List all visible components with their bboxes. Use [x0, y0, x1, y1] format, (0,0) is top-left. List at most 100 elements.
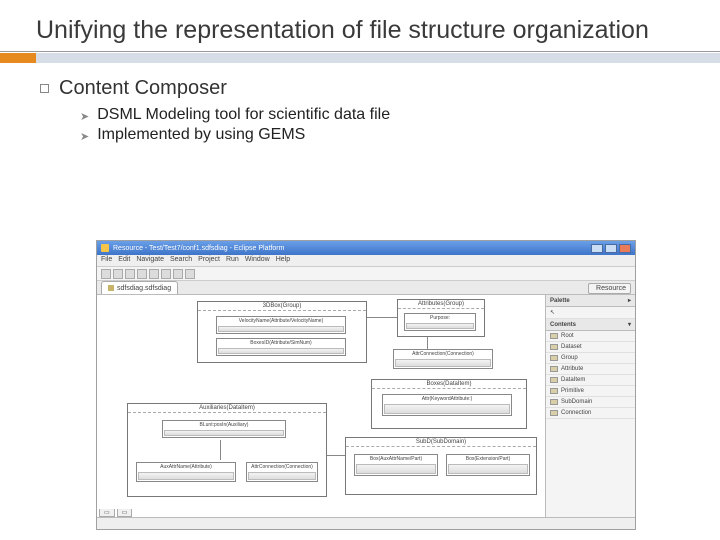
editor-tab[interactable]: sdfsdiag.sdfsdiag: [101, 281, 178, 294]
diagram-group[interactable]: Auxiliaries(DataItem) BLunt:posIn(Auxili…: [127, 403, 327, 497]
palette-item[interactable]: Attribute: [546, 364, 635, 375]
menu-bar: File Edit Navigate Search Project Run Wi…: [97, 255, 635, 267]
perspective-switcher[interactable]: Resource: [588, 283, 631, 294]
menu-item[interactable]: Navigate: [136, 256, 164, 265]
palette-item[interactable]: DataItem: [546, 375, 635, 386]
swatch-icon: [550, 344, 558, 350]
diagram-node[interactable]: Box(AuxAttrName/Part): [354, 454, 438, 476]
node-body: [448, 464, 528, 474]
window-titlebar: Resource - Test/Test7/conf1.sdfsdiag - E…: [97, 241, 635, 255]
menu-item[interactable]: Help: [276, 256, 290, 265]
diagram-group[interactable]: 3DBox(Group) VelocityName(Attribute/Velo…: [197, 301, 367, 363]
node-body: [218, 326, 344, 332]
tool-bar: [97, 267, 635, 281]
node-label: Attr(KeywordAttribute:): [383, 395, 511, 403]
toolbar-button[interactable]: [125, 269, 135, 279]
palette-tool-select[interactable]: ↖: [546, 307, 635, 319]
toolbar-button[interactable]: [149, 269, 159, 279]
node-body: [395, 359, 491, 367]
chevron-down-icon: ▾: [628, 321, 631, 328]
swatch-icon: [550, 355, 558, 361]
diagram-node[interactable]: AttrConnection(Connection): [393, 349, 493, 369]
group-label: SubD(SubDomain): [346, 438, 536, 447]
toolbar-button[interactable]: [101, 269, 111, 279]
diagram-group[interactable]: Boxes(DataItem) Attr(KeywordAttribute:): [371, 379, 527, 429]
diagram-node[interactable]: AttrConnection(Connection): [246, 462, 318, 482]
diagram-canvas[interactable]: 3DBox(Group) VelocityName(Attribute/Velo…: [97, 295, 545, 517]
toolbar-button[interactable]: [185, 269, 195, 279]
palette-item-label: Primitive: [561, 388, 584, 394]
chevron-right-icon: ➤: [80, 130, 89, 143]
palette-item[interactable]: Dataset: [546, 342, 635, 353]
diagram-node[interactable]: Purpose:: [404, 313, 476, 331]
diagram-node[interactable]: VelocityName(Attribute/VelocityName): [216, 316, 346, 334]
tab-label: sdfsdiag.sdfsdiag: [117, 285, 171, 292]
node-body: [138, 472, 234, 480]
palette-header[interactable]: Palette ▸: [546, 295, 635, 307]
diagram-group[interactable]: SubD(SubDomain) Box(AuxAttrName/Part) Bo…: [345, 437, 537, 495]
perspective-label: Resource: [596, 285, 626, 292]
toolbar-button[interactable]: [137, 269, 147, 279]
bottom-tab[interactable]: ▭: [99, 509, 115, 517]
minimize-button[interactable]: [591, 244, 603, 253]
node-label: AttrConnection(Connection): [394, 350, 492, 358]
menu-item[interactable]: Run: [226, 256, 239, 265]
palette-item[interactable]: SubDomain: [546, 397, 635, 408]
node-body: [356, 464, 436, 474]
diagram-group[interactable]: Attributes(Group) Purpose:: [397, 299, 485, 337]
node-label: AuxAttrName(Attribute): [137, 463, 235, 471]
diagram-node[interactable]: Box(Extension/Part): [446, 454, 530, 476]
group-label: Attributes(Group): [398, 300, 484, 309]
bullet-text: DSML Modeling tool for scientific data f…: [97, 106, 390, 124]
palette-title: Palette: [550, 298, 570, 304]
diagram-node[interactable]: AuxAttrName(Attribute): [136, 462, 236, 482]
node-label: Box(Extension/Part): [447, 455, 529, 463]
menu-item[interactable]: Edit: [118, 256, 130, 265]
chevron-right-icon: ➤: [80, 110, 89, 123]
editor-tab-row: sdfsdiag.sdfsdiag Resource: [97, 281, 635, 295]
node-body: [248, 472, 316, 480]
window-title: Resource - Test/Test7/conf1.sdfsdiag - E…: [113, 245, 284, 252]
divider-thin: [0, 51, 720, 52]
palette-item[interactable]: Group: [546, 353, 635, 364]
close-button[interactable]: [619, 244, 631, 253]
palette-item-label: Root: [561, 333, 574, 339]
diagram-node[interactable]: BoxesID(Attribute/SimNum): [216, 338, 346, 356]
palette-item-label: Dataset: [561, 344, 582, 350]
bullet-text: Implemented by using GEMS: [97, 126, 305, 144]
connection-line: [427, 337, 428, 349]
node-body: [218, 348, 344, 354]
connection-line: [367, 317, 397, 318]
toolbar-button[interactable]: [113, 269, 123, 279]
swatch-icon: [550, 333, 558, 339]
node-body: [164, 430, 284, 436]
swatch-icon: [550, 366, 558, 372]
node-body: [406, 323, 474, 329]
palette-section-label: Contents: [550, 322, 576, 328]
diagram-node[interactable]: BLunt:posIn(Auxiliary): [162, 420, 286, 438]
menu-item[interactable]: File: [101, 256, 112, 265]
palette-section-header[interactable]: Contents ▾: [546, 319, 635, 331]
maximize-button[interactable]: [605, 244, 617, 253]
bottom-tab-row: ▭ ▭: [99, 509, 132, 517]
bottom-tab[interactable]: ▭: [117, 509, 133, 517]
menu-item[interactable]: Project: [198, 256, 220, 265]
palette-item[interactable]: Primitive: [546, 386, 635, 397]
connection-line: [327, 455, 345, 456]
palette-item[interactable]: Connection: [546, 408, 635, 419]
chevron-right-icon: ▸: [628, 297, 631, 304]
palette-item-label: Attribute: [561, 366, 583, 372]
swatch-icon: [550, 410, 558, 416]
toolbar-button[interactable]: [173, 269, 183, 279]
slide-title: Unifying the representation of file stru…: [36, 16, 684, 45]
palette-item[interactable]: Root: [546, 331, 635, 342]
toolbar-button[interactable]: [161, 269, 171, 279]
menu-item[interactable]: Search: [170, 256, 192, 265]
connection-line: [220, 440, 221, 460]
accent-bar-gray: [36, 53, 720, 63]
group-label: Boxes(DataItem): [372, 380, 526, 389]
accent-bar-orange: [0, 53, 36, 63]
app-icon: [101, 244, 109, 252]
diagram-node[interactable]: Attr(KeywordAttribute:): [382, 394, 512, 416]
menu-item[interactable]: Window: [245, 256, 270, 265]
